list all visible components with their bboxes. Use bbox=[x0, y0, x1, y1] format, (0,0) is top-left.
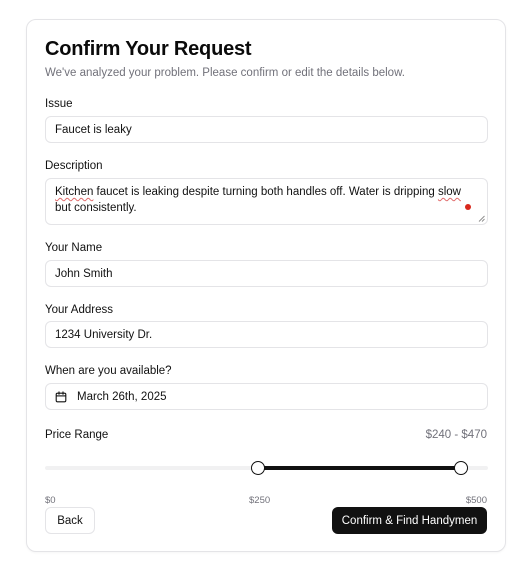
price-range-label: Price Range bbox=[45, 429, 109, 441]
issue-label: Issue bbox=[45, 98, 73, 110]
grammar-indicator-icon[interactable] bbox=[465, 204, 471, 210]
price-slider-max-thumb[interactable] bbox=[454, 461, 469, 475]
description-text: faucet is leaking despite turning both h… bbox=[93, 186, 438, 198]
resize-handle-icon[interactable] bbox=[478, 215, 485, 222]
price-slider-track[interactable] bbox=[45, 461, 488, 475]
description-text: but consistently. bbox=[55, 201, 137, 214]
date-picker-button[interactable]: March 26th, 2025 bbox=[45, 383, 488, 410]
issue-input[interactable]: Faucet is leaky bbox=[45, 116, 488, 143]
address-label: Your Address bbox=[45, 304, 113, 316]
price-range-value: $240 - $470 bbox=[425, 429, 487, 441]
price-slider-range bbox=[257, 466, 462, 470]
slider-tick-min: $0 bbox=[45, 495, 56, 506]
address-input[interactable]: 1234 University Dr. bbox=[45, 321, 488, 348]
name-input[interactable]: John Smith bbox=[45, 260, 488, 287]
name-label: Your Name bbox=[45, 242, 103, 254]
form-subtitle: We've analyzed your problem. Please conf… bbox=[45, 67, 405, 79]
slider-tick-max: $500 bbox=[465, 495, 487, 506]
description-label: Description bbox=[45, 160, 103, 172]
form-title: Confirm Your Request bbox=[45, 38, 252, 60]
misspelled-word: slow bbox=[437, 186, 461, 198]
confirm-find-handymen-button[interactable]: Confirm & Find Handymen bbox=[332, 507, 487, 534]
price-slider-min-thumb[interactable] bbox=[250, 461, 265, 475]
availability-label: When are you available? bbox=[45, 365, 172, 377]
misspelled-word: Kitchen bbox=[55, 186, 94, 198]
date-value: March 26th, 2025 bbox=[77, 390, 167, 403]
back-button[interactable]: Back bbox=[45, 507, 95, 534]
description-textarea[interactable]: Kitchen faucet is leaking despite turnin… bbox=[45, 178, 488, 225]
calendar-icon bbox=[55, 390, 67, 402]
slider-tick-mid: $250 bbox=[249, 495, 271, 506]
request-form-card: Confirm Your Request We've analyzed your… bbox=[26, 19, 506, 552]
